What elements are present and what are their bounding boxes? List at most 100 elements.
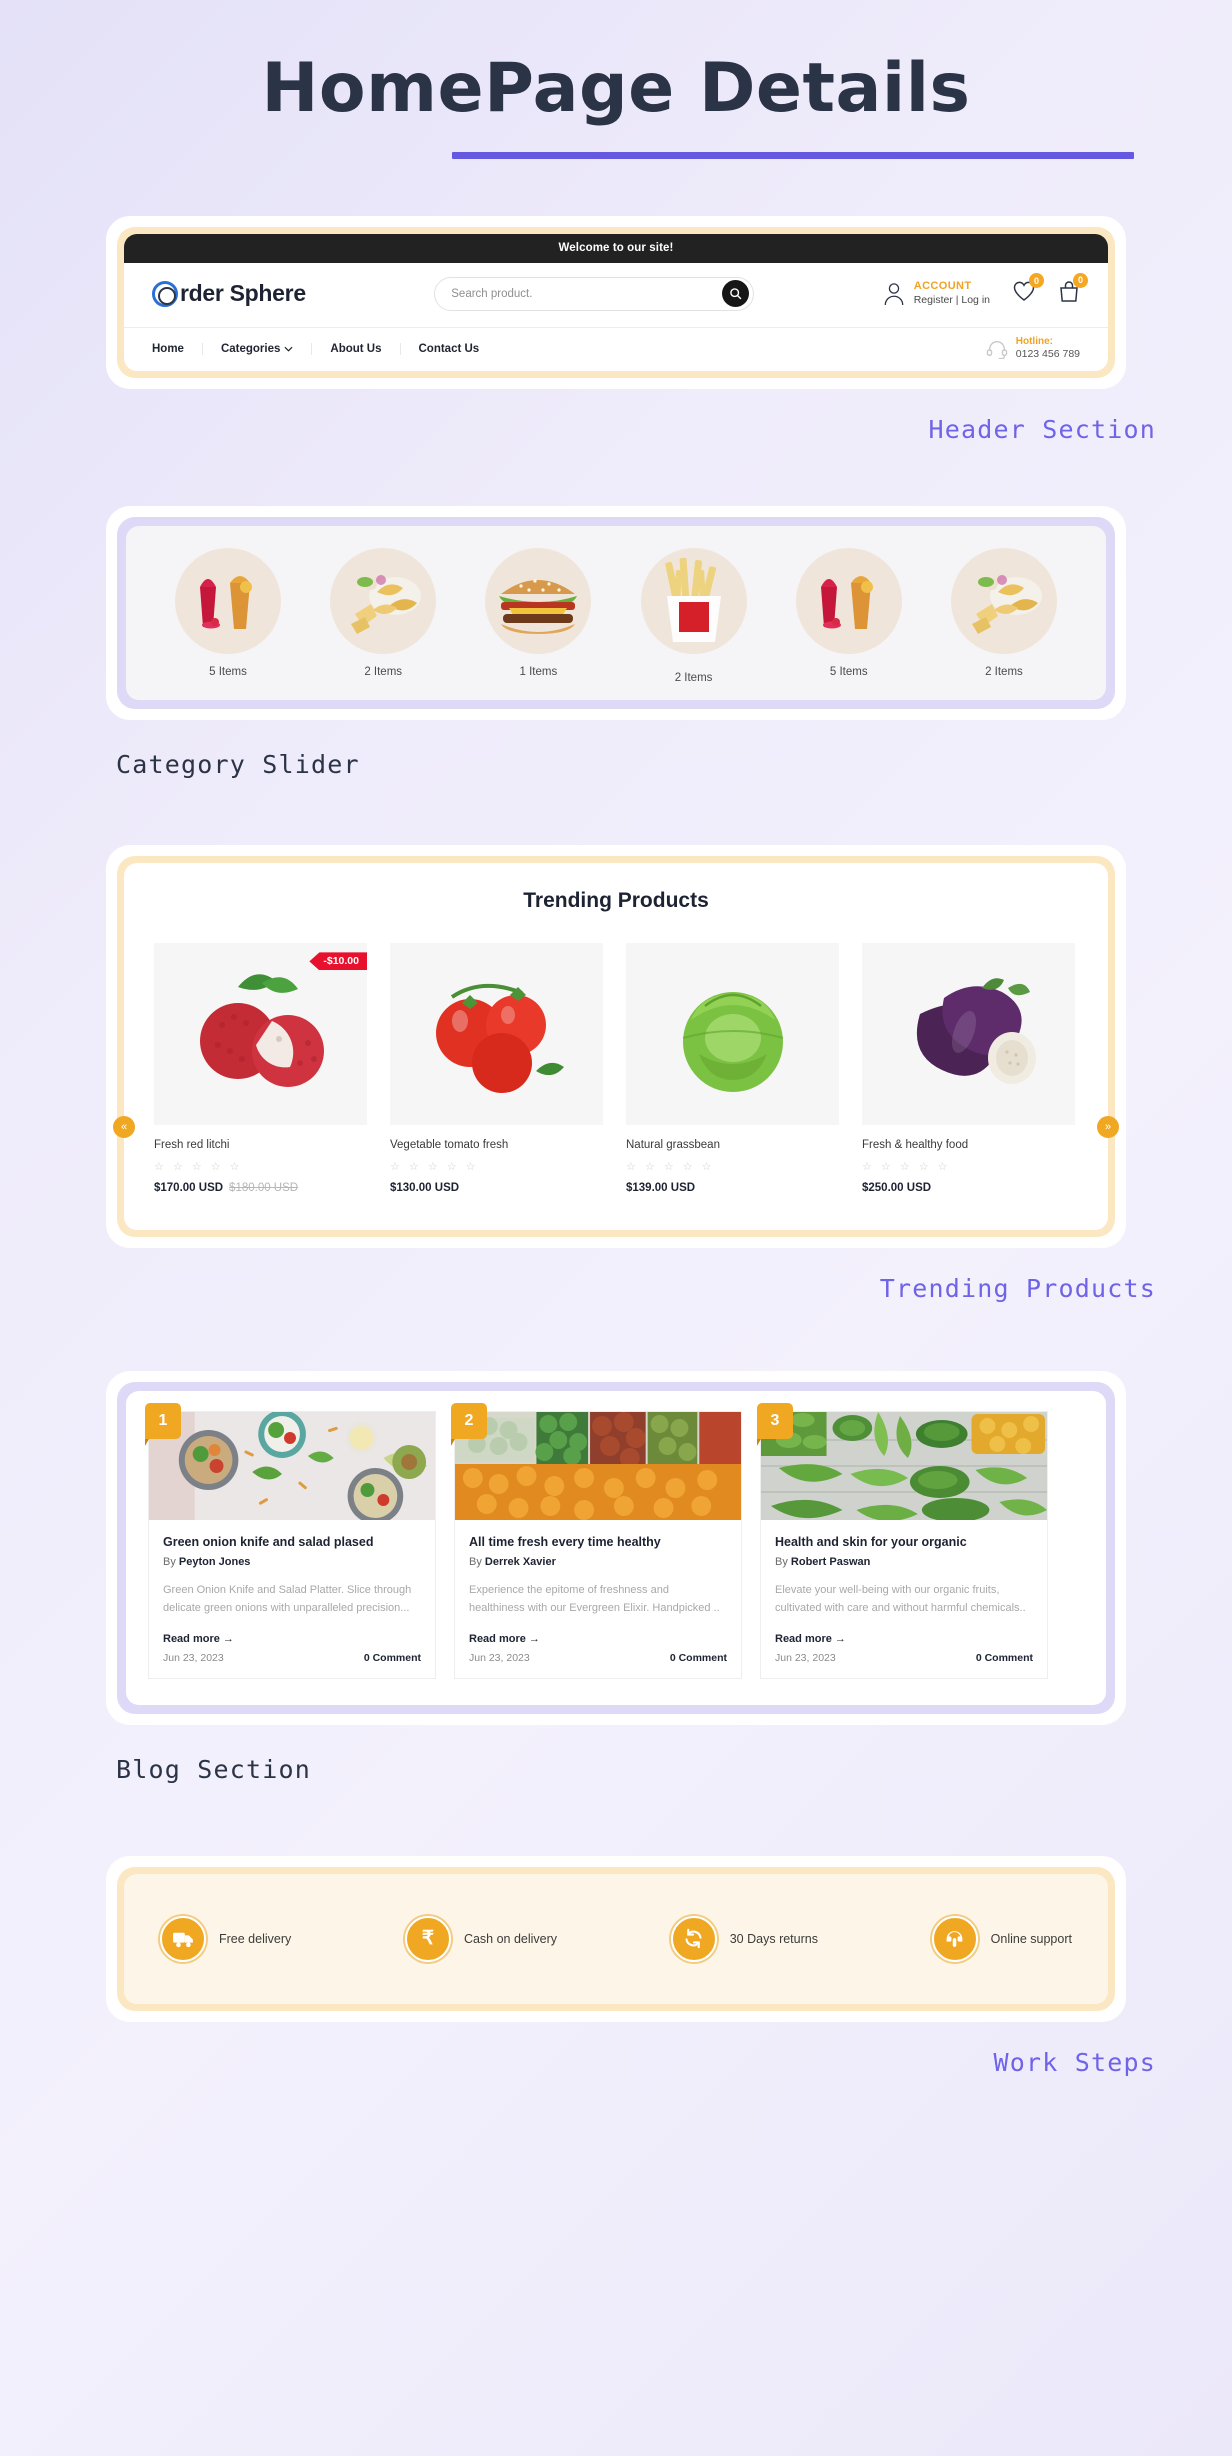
- work-step-item[interactable]: 30 Days returns: [670, 1915, 818, 1962]
- page-header: HomePage Details: [0, 0, 1232, 159]
- search-box[interactable]: [434, 276, 755, 311]
- blog-image: [149, 1412, 435, 1521]
- category-item[interactable]: 2 Items: [309, 548, 457, 678]
- rupee-icon: ₹: [421, 1928, 434, 1950]
- blog-excerpt: Green Onion Knife and Salad Platter. Sli…: [163, 1584, 412, 1615]
- blog-number-badge: 2: [451, 1403, 487, 1447]
- account-links[interactable]: Register | Log in: [914, 294, 990, 307]
- trending-section-shell: Trending Products « » -$10.00 Fresh red …: [106, 845, 1126, 1249]
- nav-item-label: About Us: [330, 342, 382, 355]
- product-price-current: $250.00 USD: [862, 1182, 932, 1195]
- header-nav: Home Categories About Us Contact Us Hotl…: [124, 326, 1108, 372]
- blog-card[interactable]: 3 Health and skin for your organic By Ro…: [757, 1403, 1048, 1679]
- juice-drinks-image: [200, 576, 252, 630]
- wishlist-button[interactable]: 0: [1012, 273, 1044, 307]
- header-section-frame: Welcome to our site! rder Sphere Search …: [117, 226, 1115, 379]
- cabbage-image: [682, 991, 783, 1092]
- blog-author-line: By Derrek Xavier: [469, 1556, 727, 1568]
- category-thumb: [950, 548, 1057, 655]
- work-step-icon-wrap: ₹: [404, 1915, 451, 1962]
- product-name: Fresh & healthy food: [862, 1139, 969, 1152]
- work-steps-section-frame: Free delivery ₹ Cash on delivery 30 Days…: [117, 1866, 1115, 2011]
- blog-author: Peyton Jones: [178, 1556, 251, 1569]
- product-row: -$10.00 Fresh red litchi ☆ ☆ ☆ ☆ ☆ $170.…: [154, 943, 1078, 1194]
- arrow-right-icon: →: [222, 1632, 234, 1645]
- blog-comment-count: 0 Comment: [363, 1651, 421, 1664]
- blog-footer: Jun 23, 2023 0 Comment: [775, 1652, 1033, 1664]
- blog-date: Jun 23, 2023: [775, 1651, 836, 1664]
- category-item[interactable]: 1 Items: [464, 548, 612, 678]
- category-thumb: [175, 548, 281, 655]
- product-price: $130.00 USD: [390, 1182, 603, 1194]
- product-card[interactable]: Natural grassbean ☆ ☆ ☆ ☆ ☆ $139.00 USD: [626, 943, 839, 1194]
- brand[interactable]: rder Sphere: [152, 280, 306, 307]
- brand-name: rder Sphere: [180, 280, 306, 307]
- headset-icon: [986, 340, 1007, 359]
- product-card[interactable]: -$10.00 Fresh red litchi ☆ ☆ ☆ ☆ ☆ $170.…: [154, 943, 367, 1194]
- category-thumb: [485, 548, 592, 655]
- blog-body: All time fresh every time healthy By Der…: [455, 1520, 741, 1677]
- nav-item-label: Contact Us: [418, 342, 480, 355]
- cart-button[interactable]: 0: [1058, 272, 1088, 308]
- user-icon: [884, 283, 904, 305]
- product-image: -$10.00: [154, 943, 367, 1126]
- blog-read-more-label: Read more: [163, 1632, 220, 1645]
- blog-body: Health and skin for your organic By Robe…: [761, 1520, 1047, 1677]
- blog-title: Health and skin for your organic: [775, 1535, 967, 1550]
- nav-item-contact-us[interactable]: Contact Us: [401, 343, 498, 355]
- trending-section-frame: Trending Products « » -$10.00 Fresh red …: [113, 856, 1119, 1238]
- nav-item-home[interactable]: Home: [152, 342, 203, 355]
- refresh-icon: [685, 1928, 702, 1949]
- page-title: HomePage Details: [261, 49, 971, 128]
- annotation-header-section: Header Section: [928, 415, 1156, 445]
- blog-footer: Jun 23, 2023 0 Comment: [163, 1652, 421, 1664]
- product-name: Fresh red litchi: [154, 1139, 230, 1152]
- work-step-item[interactable]: Online support: [931, 1915, 1072, 1962]
- category-label: 5 Items: [209, 666, 247, 679]
- blog-read-more-link[interactable]: Read more →: [469, 1633, 727, 1645]
- work-step-item[interactable]: Free delivery: [160, 1915, 291, 1962]
- product-image: [626, 943, 839, 1126]
- header-main-row: rder Sphere Search product. ACCOUNT Regi…: [124, 263, 1108, 327]
- category-row: 5 Items 2 Items 1 Items 2 Items 5 Items …: [154, 548, 1078, 684]
- nav-item-about-us[interactable]: About Us: [312, 342, 401, 355]
- work-step-label: Cash on delivery: [463, 1931, 558, 1946]
- blog-author: Robert Paswan: [790, 1556, 871, 1569]
- category-item[interactable]: 2 Items: [620, 548, 768, 684]
- category-thumb: [795, 548, 902, 655]
- category-item[interactable]: 2 Items: [930, 548, 1078, 678]
- search-input[interactable]: [451, 287, 723, 300]
- blog-read-more-link[interactable]: Read more →: [775, 1633, 1033, 1645]
- blog-card[interactable]: 2 All time fresh every time healthy By D…: [451, 1403, 742, 1679]
- product-card[interactable]: Vegetable tomato fresh ☆ ☆ ☆ ☆ ☆ $130.00…: [390, 943, 603, 1194]
- product-card[interactable]: Fresh & healthy food ☆ ☆ ☆ ☆ ☆ $250.00 U…: [862, 943, 1075, 1194]
- hotline[interactable]: Hotline: 0123 456 789: [986, 336, 1080, 362]
- blog-card[interactable]: 1 Green onion knife and salad plased By …: [145, 1403, 436, 1679]
- category-section-frame: 5 Items 2 Items 1 Items 2 Items 5 Items …: [117, 517, 1115, 710]
- product-sale-badge: -$10.00: [309, 952, 367, 971]
- trending-prev-button[interactable]: «: [113, 1116, 135, 1139]
- blog-read-more-link[interactable]: Read more →: [163, 1633, 421, 1645]
- blog-author: Derrek Xavier: [484, 1556, 556, 1569]
- blog-title: All time fresh every time healthy: [469, 1535, 661, 1550]
- work-step-icon-wrap: [160, 1915, 206, 1962]
- nav-item-categories[interactable]: Categories: [203, 342, 313, 355]
- juice-drinks-image: [820, 576, 873, 630]
- account-block[interactable]: ACCOUNT Register | Log in: [883, 280, 990, 307]
- category-label: 2 Items: [364, 666, 403, 679]
- arrow-right-icon: →: [834, 1632, 846, 1645]
- blog-comment-count: 0 Comment: [975, 1651, 1033, 1664]
- product-rating: ☆ ☆ ☆ ☆ ☆: [626, 1161, 715, 1174]
- category-item[interactable]: 5 Items: [775, 548, 923, 678]
- title-underline: [452, 151, 1134, 159]
- nav-items: Home Categories About Us Contact Us: [152, 342, 986, 355]
- product-price-old: $180.00 USD: [229, 1182, 299, 1195]
- topbar-message: Welcome to our site!: [124, 233, 1108, 263]
- work-step-item[interactable]: ₹ Cash on delivery: [404, 1915, 558, 1962]
- search-button[interactable]: [722, 280, 750, 308]
- category-item[interactable]: 5 Items: [154, 548, 302, 678]
- trending-next-button[interactable]: »: [1097, 1116, 1119, 1139]
- annotation-trending-products: Trending Products: [879, 1274, 1156, 1304]
- header-actions: ACCOUNT Register | Log in 0 0: [883, 272, 1088, 308]
- hotline-number: 0123 456 789: [1015, 348, 1080, 361]
